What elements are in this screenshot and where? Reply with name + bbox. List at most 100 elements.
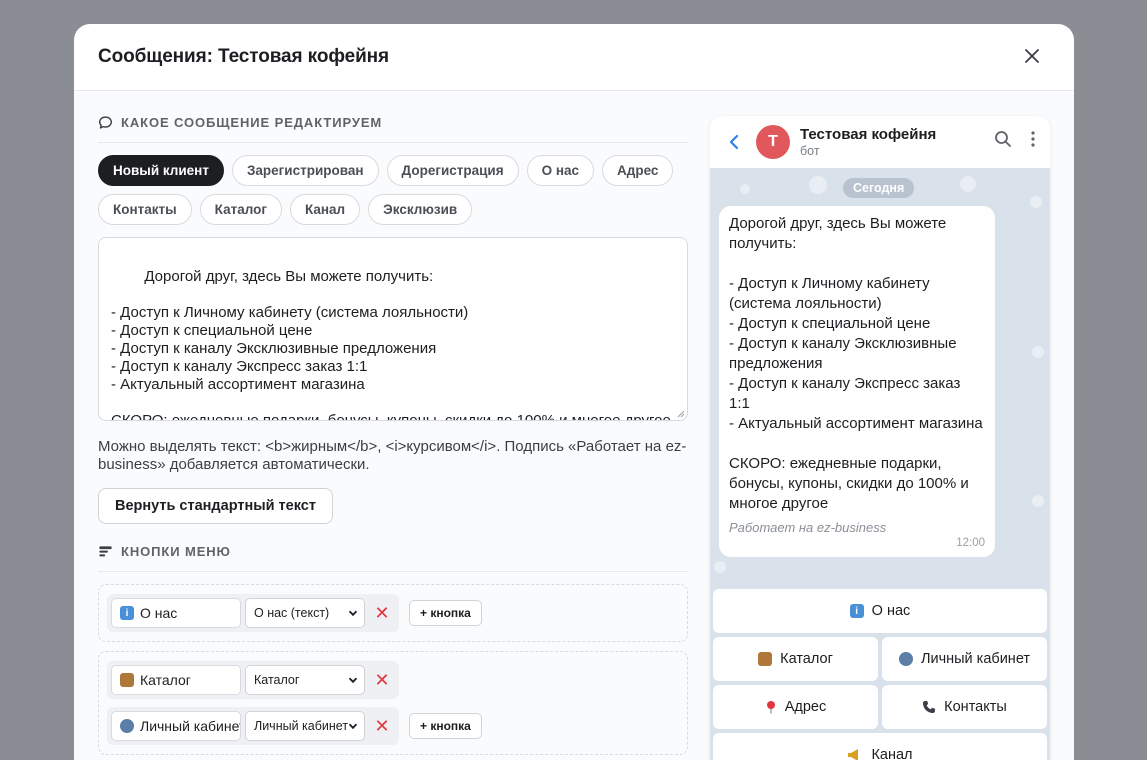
button-action-select[interactable]: О нас (текст) <box>245 598 365 628</box>
date-separator: Сегодня <box>843 178 915 198</box>
user-emoji-icon <box>898 652 913 666</box>
message-text: Дорогой друг, здесь Вы можете получить: … <box>729 215 983 512</box>
modal-title: Сообщения: Тестовая кофейня <box>98 46 390 67</box>
button-action-value: Личный кабинет <box>254 719 349 733</box>
button-row: i О нас О нас (текст) ✕ + кнопка <box>107 594 679 632</box>
button-action-select[interactable]: Личный кабинет <box>245 711 365 741</box>
button-row-group-2: Каталог Каталог ✕ Личный кабинет Личный … <box>98 651 688 755</box>
button-label-input[interactable]: i О нас <box>111 598 241 628</box>
search-icon[interactable] <box>994 130 1012 148</box>
resize-grip-icon[interactable] <box>675 408 685 418</box>
remove-button-icon[interactable]: ✕ <box>369 713 395 739</box>
chevron-down-icon <box>348 723 358 730</box>
chip-registered[interactable]: Зарегистрирован <box>231 155 379 186</box>
remove-button-icon[interactable]: ✕ <box>369 667 395 693</box>
kb-button-label: Личный кабинет <box>920 651 1031 667</box>
messages-modal: Сообщения: Тестовая кофейня Какое сообще… <box>74 24 1074 760</box>
add-button-in-row[interactable]: + кнопка <box>409 600 482 626</box>
bg-pattern-dot <box>714 561 726 573</box>
chevron-left-icon <box>729 134 739 150</box>
kb-button-channel[interactable]: Канал <box>713 733 1047 760</box>
button-action-select[interactable]: Каталог <box>245 665 365 695</box>
kb-button-catalog[interactable]: Каталог <box>713 637 878 681</box>
kb-button-about[interactable]: i О нас <box>713 589 1047 633</box>
section-title-message: Какое сообщение редактируем <box>98 115 688 143</box>
chip-exclusive[interactable]: Эксклюзив <box>368 194 473 225</box>
button-label-value: Каталог <box>140 672 191 688</box>
kb-button-label: Канал <box>871 747 913 760</box>
chip-channel[interactable]: Канал <box>289 194 361 225</box>
chat-bubble-icon <box>98 116 113 129</box>
package-emoji-icon <box>758 652 773 666</box>
message-time: 12:00 <box>956 537 985 549</box>
close-icon <box>1025 49 1039 63</box>
bg-pattern-dot <box>960 176 976 192</box>
chat-name: Тестовая кофейня <box>800 126 937 143</box>
button-row: Личный кабинет Личный кабинет ✕ + кнопка <box>107 707 679 745</box>
kb-button-label: Каталог <box>780 651 833 667</box>
modal-body: Какое сообщение редактируем Новый клиент… <box>74 92 1074 760</box>
bg-pattern-dot <box>1032 346 1044 358</box>
inline-keyboard: i О нас Каталог Личный кабинет Адрес Кон… <box>713 589 1047 760</box>
info-emoji-icon: i <box>849 604 864 618</box>
button-row-group-1: i О нас О нас (текст) ✕ + кнопка <box>98 584 688 642</box>
bg-pattern-dot <box>809 176 827 194</box>
button-row: Каталог Каталог ✕ <box>107 661 679 699</box>
message-textarea[interactable]: Дорогой друг, здесь Вы можете получить: … <box>98 237 688 421</box>
kb-button-label: Адрес <box>784 699 827 715</box>
kb-button-label: Контакты <box>944 699 1007 715</box>
add-button-in-row[interactable]: + кнопка <box>409 713 482 739</box>
kb-button-address[interactable]: Адрес <box>713 685 878 729</box>
button-label-input[interactable]: Личный кабинет <box>111 711 241 741</box>
editor-panel: Какое сообщение редактируем Новый клиент… <box>98 92 688 755</box>
package-emoji-icon <box>120 673 134 687</box>
message-signature: Работает на ez-business <box>729 520 887 535</box>
telegram-preview: Т Тестовая кофейня бот Сегодня Дорогой д… <box>710 116 1050 760</box>
close-button[interactable] <box>1020 44 1044 68</box>
bg-pattern-dot <box>1030 196 1042 208</box>
kb-button-cabinet[interactable]: Личный кабинет <box>882 637 1047 681</box>
button-label-value: Личный кабинет <box>140 718 241 734</box>
kb-button-label: О нас <box>871 603 911 619</box>
chat-header: Т Тестовая кофейня бот <box>710 116 1050 168</box>
section-title-buttons: Кнопки меню <box>98 544 688 572</box>
chip-pre-registration[interactable]: Дорегистрация <box>386 155 519 186</box>
chat-header-actions <box>994 130 1036 148</box>
keyboard-row: Адрес Контакты <box>713 685 1047 729</box>
info-emoji-icon: i <box>120 606 134 620</box>
avatar: Т <box>756 125 790 159</box>
section-title-buttons-label: Кнопки меню <box>121 544 231 559</box>
chip-address[interactable]: Адрес <box>602 155 674 186</box>
button-action-value: О нас (текст) <box>254 606 330 620</box>
phone-icon <box>923 701 936 713</box>
bg-pattern-dot <box>1032 495 1044 507</box>
keyboard-row: Канал <box>713 733 1047 760</box>
chat-area: Сегодня Дорогой друг, здесь Вы можете по… <box>710 168 1050 760</box>
keyboard-row: Каталог Личный кабинет <box>713 637 1047 681</box>
user-emoji-icon <box>120 719 134 733</box>
modal-header: Сообщения: Тестовая кофейня <box>74 24 1074 91</box>
chip-catalog[interactable]: Каталог <box>199 194 282 225</box>
chip-about[interactable]: О нас <box>526 155 595 186</box>
button-action-value: Каталог <box>254 673 300 687</box>
chat-title-block: Тестовая кофейня бот <box>800 126 936 158</box>
remove-button-icon[interactable]: ✕ <box>369 600 395 626</box>
chat-status: бот <box>800 144 820 158</box>
section-title-message-label: Какое сообщение редактируем <box>121 115 383 130</box>
pin-icon <box>766 701 775 714</box>
button-config: i О нас О нас (текст) ✕ <box>107 594 399 632</box>
message-textarea-content: Дорогой друг, здесь Вы можете получить: … <box>111 268 671 421</box>
megaphone-icon <box>848 749 859 760</box>
more-vertical-icon[interactable] <box>1030 130 1036 148</box>
button-label-input[interactable]: Каталог <box>111 665 241 695</box>
chip-new-client[interactable]: Новый клиент <box>98 155 224 186</box>
button-config: Каталог Каталог ✕ <box>107 661 399 699</box>
message-bubble: Дорогой друг, здесь Вы можете получить: … <box>719 206 995 557</box>
kb-button-contacts[interactable]: Контакты <box>882 685 1047 729</box>
bg-pattern-dot <box>740 184 750 194</box>
chevron-down-icon <box>348 677 358 684</box>
chip-contacts[interactable]: Контакты <box>98 194 192 225</box>
reset-default-text-button[interactable]: Вернуть стандартный текст <box>98 488 333 524</box>
back-button[interactable] <box>722 130 746 154</box>
message-type-chips: Новый клиент Зарегистрирован Дорегистрац… <box>98 155 688 225</box>
